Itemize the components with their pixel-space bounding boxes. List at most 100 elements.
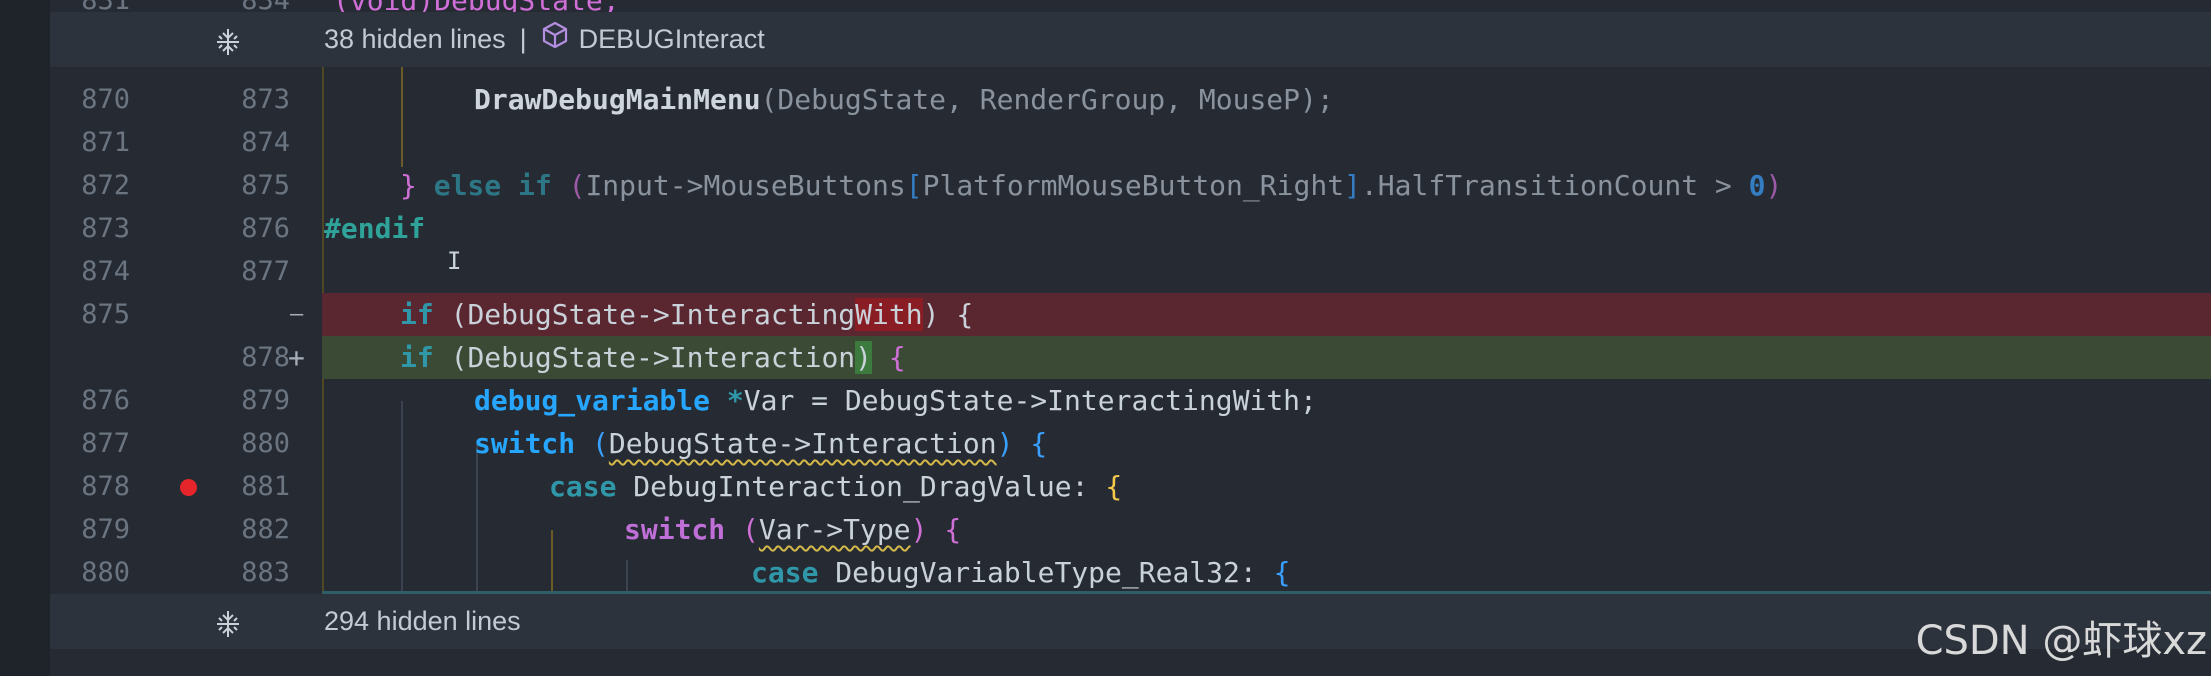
line-number-old: 874: [81, 256, 130, 287]
code-token: {: [888, 341, 906, 374]
code-token: DebugState->Interaction: [608, 427, 997, 460]
code-token: }: [400, 169, 417, 202]
hidden-lines-bar-bottom[interactable]: 294 hidden lines: [50, 594, 2211, 649]
code-text: case DebugVariableType_Real32: {: [751, 551, 2211, 594]
line-number-old: 872: [81, 170, 130, 201]
line-number-new: 876: [241, 213, 290, 244]
line-number-new: 877: [241, 256, 290, 287]
line-number-old: 877: [81, 428, 130, 459]
code-token: DebugVariableType_Real32:: [835, 556, 1257, 589]
line-number-old: 876: [81, 385, 130, 416]
line-number-new: 882: [241, 514, 290, 545]
code-token: DebugState->Interaction: [467, 341, 856, 374]
code-token: .HalfTransitionCount: [1360, 169, 1699, 202]
code-token: if: [518, 169, 552, 202]
removed-line: 875 — if (DebugState->InteractingWith) {: [50, 293, 2211, 336]
code-token: else: [433, 169, 502, 202]
code-token: 0: [1748, 169, 1766, 202]
code-line: 876 879 debug_variable *Var = DebugState…: [50, 379, 2211, 422]
code-token: >: [1714, 169, 1732, 202]
line-number-new: 873: [241, 84, 290, 115]
code-token: DebugState->Interacting: [467, 298, 856, 331]
code-text: switch (Var->Type) {: [624, 508, 2211, 551]
text-cursor-icon: I: [447, 248, 461, 274]
hidden-lines-label[interactable]: 38 hidden lines: [324, 24, 506, 54]
code-token: case: [751, 556, 819, 589]
line-number-old: 873: [81, 213, 130, 244]
code-token: (: [592, 427, 609, 460]
added-line: 878 + if (DebugState->Interaction) {: [50, 336, 2211, 379]
fold-expand-icon[interactable]: [208, 12, 248, 67]
code-line: 880 883 case DebugVariableType_Real32: {: [50, 551, 2211, 594]
code-token: if: [400, 298, 434, 331]
code-token: debug_variable: [474, 384, 711, 417]
code-token: if: [400, 341, 434, 374]
code-token: {: [1105, 470, 1123, 503]
code-text: } else if (Input->MouseButtons[PlatformM…: [400, 164, 2211, 207]
line-number-new: 878: [241, 342, 290, 373]
code-token: [: [905, 169, 923, 202]
code-token: ): [910, 513, 928, 546]
breakpoint-dot-icon[interactable]: [180, 479, 197, 496]
code-token: (: [568, 169, 586, 202]
hidden-lines-label[interactable]: 294 hidden lines: [324, 594, 521, 649]
code-token: Input->MouseButtons: [585, 169, 906, 202]
code-text: #endif: [324, 207, 2211, 250]
code-token: Var = DebugState->InteractingWith;: [743, 384, 1317, 417]
line-number-old: 870: [81, 84, 130, 115]
diff-editor: 831 834 (void)DebugState; 38 hidden line…: [0, 0, 2211, 676]
fold-expand-icon[interactable]: [208, 594, 248, 649]
code-token: PlatformMouseButton_Right: [922, 169, 1345, 202]
code-token: With: [855, 298, 923, 331]
code-line: 877 880 switch (DebugState->Interaction)…: [50, 422, 2211, 465]
watermark: CSDN @虾球xz: [1915, 618, 2207, 664]
code-line: 871 874: [50, 121, 2211, 164]
cube-icon: [541, 13, 569, 68]
line-number-new: 880: [241, 428, 290, 459]
code-line: 879 882 switch (Var->Type) {: [50, 508, 2211, 551]
line-number-old: 871: [81, 127, 130, 158]
code-token: ): [922, 298, 940, 331]
code-token: ): [1765, 169, 1783, 202]
code-token: (: [742, 513, 759, 546]
line-number-old: 879: [81, 514, 130, 545]
code-text: if (DebugState->InteractingWith) {: [400, 293, 2211, 336]
code-line: 874 877: [50, 250, 2211, 293]
line-number-new: 874: [241, 127, 290, 158]
line-number-new: 879: [241, 385, 290, 416]
code-text: case DebugInteraction_DragValue: {: [549, 465, 2211, 508]
code-token: ): [855, 341, 873, 374]
activity-strip: [0, 0, 50, 676]
code-token: *: [726, 384, 744, 417]
separator: |: [519, 24, 527, 54]
code-token: DebugInteraction_DragValue:: [633, 470, 1089, 503]
code-token: switch: [474, 427, 576, 460]
code-token: {: [956, 298, 974, 331]
line-number-new: 881: [241, 471, 290, 502]
code-token: ]: [1344, 169, 1361, 202]
code-line: 870 873 DrawDebugMainMenu(DebugState, Re…: [50, 78, 2211, 121]
removed-marker: —: [290, 302, 304, 327]
editor-bottom: [50, 650, 2211, 676]
code-token: #endif: [324, 212, 426, 245]
line-number-old: 880: [81, 557, 130, 588]
code-line: 878 881 case DebugInteraction_DragValue:…: [50, 465, 2211, 508]
hidden-lines-info: 38 hidden lines | DEBUGInteract: [324, 12, 765, 68]
code-token: case: [549, 470, 617, 503]
code-token: switch: [624, 513, 726, 546]
code-token: (: [450, 341, 468, 374]
code-token: Var->Type: [758, 513, 911, 546]
code-token: ): [996, 427, 1014, 460]
code-token: {: [944, 513, 962, 546]
code-token: {: [1030, 427, 1048, 460]
code-token: (DebugState, RenderGroup, MouseP);: [760, 83, 1334, 116]
code-text: DrawDebugMainMenu(DebugState, RenderGrou…: [474, 78, 2211, 121]
added-marker: +: [288, 341, 305, 374]
line-number-old: 878: [81, 471, 130, 502]
line-number-new: 875: [241, 170, 290, 201]
symbol-label[interactable]: DEBUGInteract: [579, 24, 765, 54]
line-number-new: 883: [241, 557, 290, 588]
code-token: DrawDebugMainMenu: [474, 83, 761, 116]
code-text: if (DebugState->Interaction) {: [400, 336, 2211, 379]
hidden-lines-bar-top[interactable]: 38 hidden lines | DEBUGInteract: [50, 12, 2211, 67]
